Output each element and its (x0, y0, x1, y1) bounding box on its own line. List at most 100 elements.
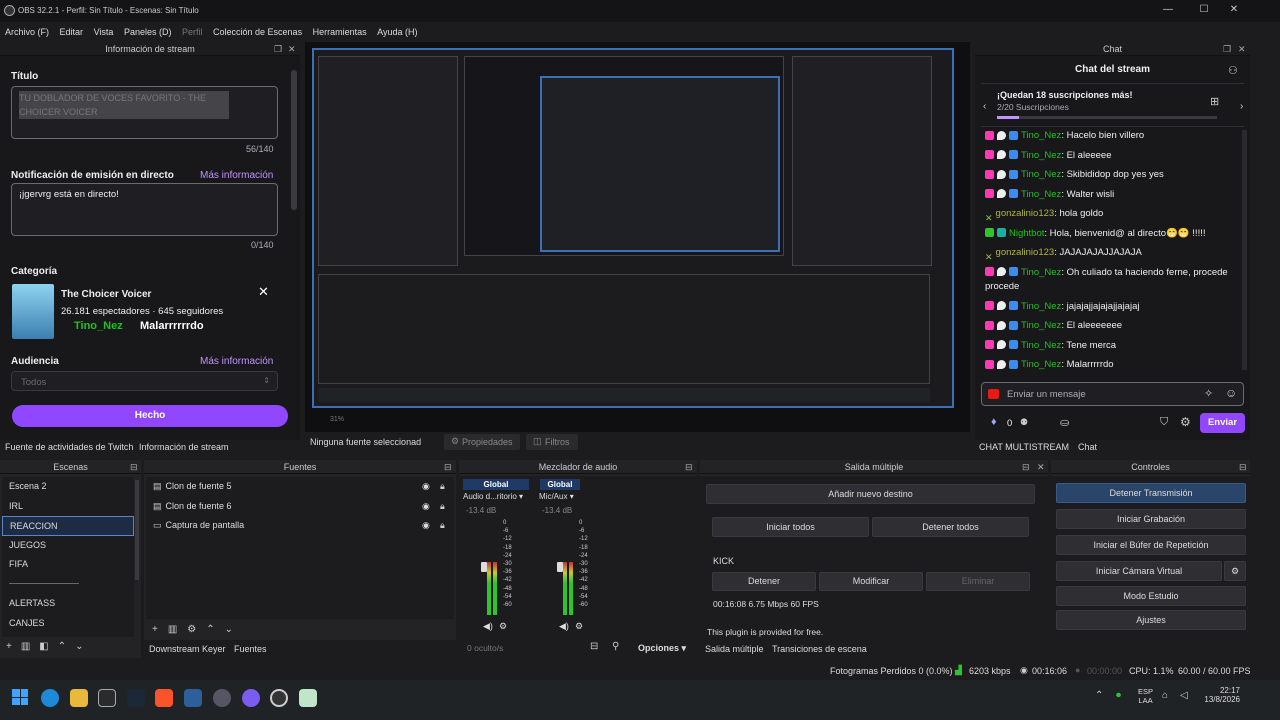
scene-item[interactable]: JUEGOS (2, 536, 134, 556)
notepad-icon[interactable] (299, 689, 317, 707)
dock-menu-icon[interactable]: ⊟ (1022, 460, 1030, 474)
shield-icon[interactable]: ⛉ (1160, 416, 1168, 429)
menu-vista[interactable]: Vista (94, 22, 114, 42)
delete-source-icon[interactable]: ▥ (168, 624, 187, 635)
chat-username[interactable]: Tino_Nez (1021, 320, 1061, 331)
scene-scrollbar[interactable] (135, 480, 139, 580)
dock-menu-icon[interactable]: ⊟ (444, 460, 452, 474)
tab-stream-info[interactable]: Información de stream (139, 442, 229, 452)
start-virtual-camera-button[interactable]: Iniciar Cámara Virtual (1056, 561, 1222, 581)
channel-name[interactable]: Audio d...ritorio ▾ (463, 492, 523, 501)
tab-chat-multistream[interactable]: CHAT MULTISTREAM (979, 442, 1069, 452)
source-item[interactable]: ▤ Clon de fuente 6 ◉ 🔒︎ (146, 497, 454, 517)
scene-item[interactable]: CANJES (2, 614, 134, 634)
chat-username[interactable]: gonzalinio123 (996, 208, 1055, 219)
delete-target-button[interactable]: Eliminar (926, 572, 1030, 591)
tab-sources[interactable]: Fuentes (234, 644, 267, 654)
preview-canvas[interactable] (312, 48, 954, 408)
move-up-icon[interactable]: ⌃ (206, 624, 224, 635)
audience-more-link[interactable]: Más información (200, 356, 273, 367)
menu-ayuda[interactable]: Ayuda (H) (377, 22, 417, 42)
source-settings-icon[interactable]: ⚙ (187, 624, 206, 635)
network-icon[interactable]: ⌂ (1162, 690, 1168, 701)
dock-menu-icon[interactable]: ⊟ (1239, 460, 1247, 474)
folder-icon[interactable] (70, 689, 88, 707)
volume-icon[interactable]: ◁ (1180, 690, 1188, 701)
scene-item[interactable]: IRL (2, 497, 134, 517)
eye-icon[interactable]: ◉ (422, 516, 430, 536)
chat-username[interactable]: gonzalinio123 (996, 247, 1055, 258)
tab-downstream-keyer[interactable]: Downstream Keyer (149, 644, 226, 654)
discord-icon[interactable] (242, 689, 260, 707)
source-item[interactable]: ▤ Clon de fuente 5 ◉ 🔒︎ (146, 477, 454, 497)
brave-icon[interactable] (155, 689, 173, 707)
menu-coleccion[interactable]: Colección de Escenas (213, 22, 302, 42)
chat-scrollbar[interactable] (1242, 130, 1247, 370)
prediction-icon[interactable]: ⛀ (1060, 416, 1069, 429)
prev-icon[interactable]: ‹ (983, 101, 986, 112)
start-recording-button[interactable]: Iniciar Grabación (1056, 509, 1246, 529)
dock-menu-icon[interactable]: ⊟ (685, 460, 693, 474)
close-panel-icon[interactable]: ✕ (1238, 42, 1246, 56)
audience-select[interactable]: Todos ⇕ (11, 371, 278, 391)
move-up-icon[interactable]: ⌃ (58, 641, 75, 652)
studio-mode-button[interactable]: Modo Estudio (1056, 586, 1246, 606)
scene-item[interactable]: Escena 2 (2, 477, 134, 497)
clock[interactable]: 22:17 13/8/2026 (1200, 686, 1240, 704)
obs-taskbar-icon[interactable] (270, 689, 288, 707)
chat-username[interactable]: Tino_Nez (1021, 301, 1061, 312)
add-scene-icon[interactable]: + (6, 641, 21, 652)
volume-slider[interactable] (481, 562, 487, 573)
remove-category-icon[interactable]: ✕ (258, 284, 269, 300)
tab-twitch-activity[interactable]: Fuente de actividades de Twitch (5, 442, 133, 452)
volume-slider[interactable] (557, 562, 563, 573)
settings-button[interactable]: Ajustes (1056, 610, 1246, 630)
close-icon[interactable]: ✕ (1224, 4, 1244, 15)
close-panel-icon[interactable]: ✕ (288, 42, 296, 56)
eye-icon[interactable]: ◉ (422, 477, 430, 497)
done-button[interactable]: Hecho (12, 405, 288, 427)
delete-scene-icon[interactable]: ▥ (21, 641, 39, 652)
start-replay-buffer-button[interactable]: Iniciar el Búfer de Repetición (1056, 535, 1246, 555)
edge-icon[interactable] (41, 689, 59, 707)
tab-multi-output[interactable]: Salida múltiple (705, 644, 764, 654)
scene-filter-icon[interactable]: ◧ (39, 641, 57, 652)
lock-icon[interactable]: 🔒︎ (440, 497, 445, 517)
info-scrollbar[interactable] (291, 70, 297, 210)
steam-icon[interactable] (127, 689, 145, 707)
layout-icon[interactable]: ⊟ (590, 641, 598, 652)
advanced-audio-icon[interactable]: ⚲ (612, 641, 619, 652)
source-item[interactable]: ▭ Captura de pantalla ◉ 🔒︎ (146, 516, 454, 536)
chat-username[interactable]: Tino_Nez (1021, 150, 1061, 161)
scene-item[interactable]: FIFA (2, 555, 134, 575)
users-icon[interactable]: ⚇ (1228, 64, 1238, 77)
virtual-camera-settings-button[interactable]: ⚙ (1224, 561, 1246, 581)
windows-start-icon[interactable] (12, 689, 28, 705)
menu-paneles[interactable]: Paneles (D) (124, 22, 172, 42)
chat-username[interactable]: Tino_Nez (1021, 359, 1061, 370)
menu-archivo[interactable]: Archivo (F) (5, 22, 49, 42)
scene-item[interactable]: ----------------------------------- (2, 575, 134, 595)
chat-username[interactable]: Tino_Nez (1021, 169, 1061, 180)
chat-username[interactable]: Tino_Nez (1021, 340, 1061, 351)
scene-item[interactable]: REACCION (2, 516, 134, 536)
chat-username[interactable]: Tino_Nez (1021, 130, 1061, 141)
chat-input[interactable]: Enviar un mensaje ✧ ☺ (981, 382, 1244, 406)
properties-button[interactable]: ⚙ Propiedades (444, 434, 520, 450)
move-down-icon[interactable]: ⌄ (225, 624, 243, 635)
tab-scene-transitions[interactable]: Transiciones de escena (772, 644, 867, 654)
stop-target-button[interactable]: Detener (712, 572, 816, 591)
notif-input[interactable]: ¡jgervrg está en directo! (11, 183, 278, 236)
chat-settings-icon[interactable]: ⚙ (1180, 415, 1191, 429)
maximize-icon[interactable]: ☐ (1194, 4, 1214, 15)
app-icon[interactable] (184, 689, 202, 707)
channel-name[interactable]: Mic/Aux ▾ (539, 492, 574, 501)
minimize-icon[interactable]: — (1158, 4, 1178, 15)
scene-item[interactable]: ALERTASS (2, 594, 134, 614)
settings-app-icon[interactable] (213, 689, 231, 707)
speaker-icon[interactable]: ◀) (483, 621, 493, 632)
stop-all-button[interactable]: Detener todos (872, 517, 1029, 537)
add-source-icon[interactable]: + (152, 624, 168, 635)
modify-target-button[interactable]: Modificar (819, 572, 923, 591)
channel-settings-icon[interactable]: ⚙ (575, 621, 583, 632)
